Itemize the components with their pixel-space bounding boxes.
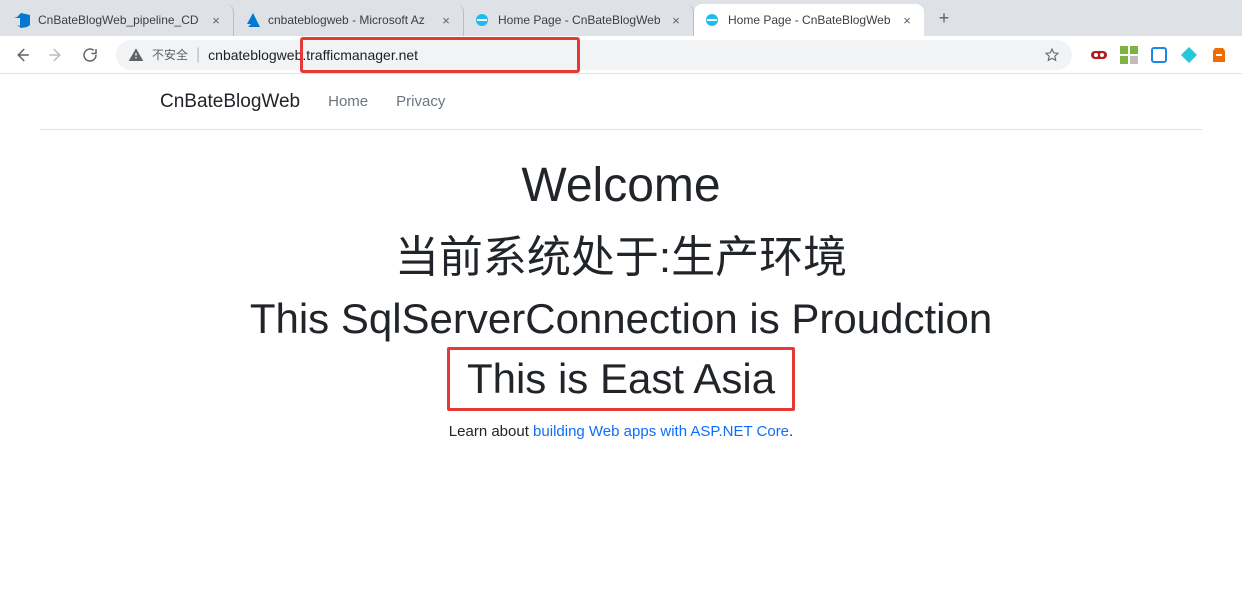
extension-icons xyxy=(1084,46,1234,64)
tab-azure-portal[interactable]: cnbateblogweb - Microsoft Az × xyxy=(234,4,464,36)
new-tab-button[interactable]: + xyxy=(930,4,958,32)
address-bar[interactable]: 不安全 | cnbateblogweb.trafficmanager.net xyxy=(116,40,1072,70)
close-icon[interactable]: × xyxy=(669,13,683,27)
brand[interactable]: CnBateBlogWeb xyxy=(160,91,300,113)
forward-button[interactable] xyxy=(42,41,70,69)
hero-connection: This SqlServerConnection is Proudction xyxy=(40,295,1202,343)
tab-title: Home Page - CnBateBlogWeb xyxy=(728,13,892,27)
tab-homepage-1[interactable]: Home Page - CnBateBlogWeb × xyxy=(464,4,694,36)
extension-icon[interactable] xyxy=(1120,46,1138,64)
close-icon[interactable]: × xyxy=(209,13,223,27)
tabstrip: CnBateBlogWeb_pipeline_CD × cnbateblogwe… xyxy=(0,0,1242,36)
back-button[interactable] xyxy=(8,41,36,69)
arrow-left-icon xyxy=(13,46,31,64)
insecure-label: 不安全 xyxy=(152,46,188,63)
azure-icon xyxy=(244,12,260,28)
url-text: cnbateblogweb.trafficmanager.net xyxy=(208,47,1036,63)
azure-devops-icon xyxy=(14,12,30,28)
hero-region: This is East Asia xyxy=(453,353,789,405)
learn-line: Learn about building Web apps with ASP.N… xyxy=(40,423,1202,440)
bookmark-star-icon[interactable] xyxy=(1044,47,1060,63)
ie-icon xyxy=(474,12,490,28)
reload-icon xyxy=(81,46,99,64)
tab-title: CnBateBlogWeb_pipeline_CD xyxy=(38,13,201,27)
learn-link[interactable]: building Web apps with ASP.NET Core xyxy=(533,423,789,440)
extension-icon[interactable] xyxy=(1090,46,1108,64)
nav-privacy[interactable]: Privacy xyxy=(396,93,445,110)
tab-title: Home Page - CnBateBlogWeb xyxy=(498,13,661,27)
hero-environment: 当前系统处于:生产环境 xyxy=(40,221,1202,285)
page-content: CnBateBlogWeb Home Privacy Welcome 当前系统处… xyxy=(0,74,1242,440)
ie-icon xyxy=(704,12,720,28)
warning-icon xyxy=(128,47,144,63)
extension-icon[interactable] xyxy=(1150,46,1168,64)
tab-pipeline[interactable]: CnBateBlogWeb_pipeline_CD × xyxy=(4,4,234,36)
extension-icon[interactable] xyxy=(1180,46,1198,64)
site-nav: CnBateBlogWeb Home Privacy xyxy=(40,74,1202,130)
close-icon[interactable]: × xyxy=(439,13,453,27)
toolbar: 不安全 | cnbateblogweb.trafficmanager.net xyxy=(0,36,1242,74)
hero: Welcome 当前系统处于:生产环境 This SqlServerConnec… xyxy=(40,130,1202,440)
nav-home[interactable]: Home xyxy=(328,93,368,110)
tab-homepage-2[interactable]: Home Page - CnBateBlogWeb × xyxy=(694,4,924,36)
arrow-right-icon xyxy=(47,46,65,64)
separator: | xyxy=(196,46,200,64)
learn-prefix: Learn about xyxy=(449,423,533,440)
reload-button[interactable] xyxy=(76,41,104,69)
extension-icon[interactable] xyxy=(1210,46,1228,64)
hero-welcome: Welcome xyxy=(40,158,1202,213)
tab-title: cnbateblogweb - Microsoft Az xyxy=(268,13,431,27)
close-icon[interactable]: × xyxy=(900,13,914,27)
learn-suffix: . xyxy=(789,423,793,440)
hero-region-text: This is East Asia xyxy=(467,355,775,402)
